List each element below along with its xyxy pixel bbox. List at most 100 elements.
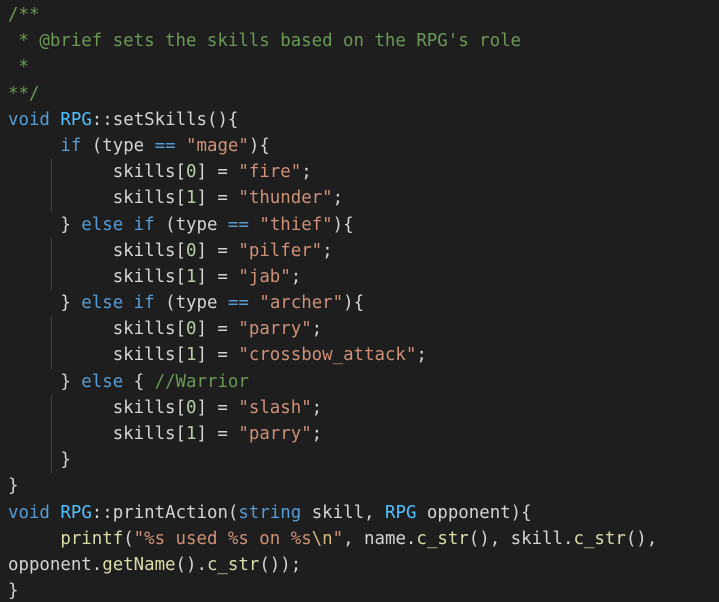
code-line[interactable]: skills[1] = "jab"; xyxy=(0,263,719,291)
code-line[interactable]: } else if (type == "thief"){ xyxy=(0,212,719,238)
code-text: :: xyxy=(91,109,113,130)
code-line[interactable]: skills[0] = "parry"; xyxy=(0,316,719,343)
code-text: ] = xyxy=(196,319,239,340)
code-function-name: c_str xyxy=(416,528,469,549)
code-string: "mage" xyxy=(186,135,249,156)
indent-guide xyxy=(51,159,52,186)
code-text: } xyxy=(8,581,19,602)
code-text: skill, xyxy=(301,502,385,523)
code-number: 1 xyxy=(186,424,197,444)
code-line[interactable]: if (type == "mage"){ xyxy=(0,133,719,159)
code-text: } xyxy=(8,476,19,497)
code-number: 1 xyxy=(186,345,197,366)
code-comment: * xyxy=(8,57,29,78)
code-string: "crossbow_attack" xyxy=(238,345,417,366)
code-line[interactable]: } xyxy=(0,578,719,602)
code-string: "%s used %s on %s xyxy=(133,528,312,549)
indent-guide xyxy=(51,185,52,212)
code-class-name: RPG xyxy=(60,109,92,130)
code-line[interactable]: } xyxy=(0,447,719,474)
code-text: ){ xyxy=(332,214,354,235)
code-keyword: else xyxy=(81,293,124,314)
code-keyword: void xyxy=(8,502,50,523)
code-text: ; xyxy=(416,345,427,366)
code-text: ] = xyxy=(196,188,239,209)
code-text: { xyxy=(123,371,155,392)
code-line[interactable]: } xyxy=(0,473,719,499)
code-class-name: RPG xyxy=(385,502,417,523)
code-string: "jab" xyxy=(238,266,291,287)
code-string: "fire" xyxy=(238,162,302,183)
code-number: 0 xyxy=(186,162,197,183)
code-text: ; xyxy=(311,319,323,340)
code-line[interactable]: printf("%s used %s on %s\n", name.c_str(… xyxy=(0,526,719,552)
code-editor[interactable]: /** * @brief sets the skills based on th… xyxy=(0,0,719,602)
code-line[interactable]: } else { //Warrior xyxy=(0,369,719,395)
code-text: ; xyxy=(301,162,312,183)
code-comment: **/ xyxy=(8,83,40,104)
code-keyword: else xyxy=(81,371,124,392)
code-number: 0 xyxy=(186,319,197,340)
code-line[interactable]: skills[1] = "parry"; xyxy=(0,421,719,448)
code-text: skills[ xyxy=(8,345,186,366)
code-text: (type xyxy=(154,293,228,314)
code-keyword: == xyxy=(227,293,249,314)
code-keyword: == xyxy=(154,135,176,156)
code-line[interactable]: skills[0] = "fire"; xyxy=(0,159,719,186)
code-string: "parry" xyxy=(238,319,312,340)
code-text: } xyxy=(8,371,82,392)
code-function-name: c_str xyxy=(573,528,626,549)
code-keyword: if xyxy=(133,214,155,235)
code-text: (), skill. xyxy=(468,528,574,549)
code-line[interactable]: skills[0] = "slash"; xyxy=(0,394,719,421)
code-line[interactable]: opponent.getName().c_str()); xyxy=(0,552,719,578)
code-text: (), xyxy=(625,528,658,549)
code-line[interactable]: **/ xyxy=(0,81,719,107)
code-text: ; xyxy=(322,240,333,261)
code-function-name: c_str xyxy=(206,554,260,575)
indent-guide xyxy=(51,263,52,291)
code-keyword: string xyxy=(238,502,302,523)
code-line[interactable]: skills[1] = "crossbow_attack"; xyxy=(0,342,719,369)
code-text: } xyxy=(8,450,71,471)
code-keyword: == xyxy=(227,214,249,235)
code-text: ; xyxy=(332,188,344,209)
indent-guide xyxy=(51,421,52,448)
indent-guide xyxy=(51,237,52,264)
code-number: 1 xyxy=(186,266,197,287)
code-text: opponent. xyxy=(8,554,103,575)
code-line[interactable]: skills[0] = "pilfer"; xyxy=(0,237,719,264)
code-text: ){ xyxy=(248,135,270,156)
code-line[interactable]: void RPG::printAction(string skill, RPG … xyxy=(0,500,719,526)
code-text: opponent){ xyxy=(416,502,532,523)
code-escape: \n xyxy=(311,528,333,549)
code-class-name: RPG xyxy=(60,502,92,523)
code-text: (){ xyxy=(206,109,239,130)
code-line[interactable]: } else if (type == "archer"){ xyxy=(0,290,719,316)
code-comment: //Warrior xyxy=(154,371,249,392)
code-text: skills[ xyxy=(8,319,186,340)
code-text: (type xyxy=(81,135,155,156)
code-line[interactable]: * xyxy=(0,54,719,80)
code-line[interactable]: /** xyxy=(0,2,719,28)
code-line[interactable]: * @brief sets the skills based on the RP… xyxy=(0,28,719,54)
code-keyword: else xyxy=(81,214,124,235)
code-text: (). xyxy=(175,554,207,575)
code-text: skills[ xyxy=(8,188,186,209)
code-line[interactable]: void RPG::setSkills(){ xyxy=(0,107,719,133)
code-function-name: printf xyxy=(60,528,124,549)
code-text: ()); xyxy=(259,554,302,575)
code-number: 1 xyxy=(186,188,197,209)
code-function-name: getName xyxy=(102,554,176,575)
code-area[interactable]: /** * @brief sets the skills based on th… xyxy=(0,2,719,602)
code-string: "thunder" xyxy=(238,188,333,209)
code-line[interactable]: skills[1] = "thunder"; xyxy=(0,185,719,212)
code-text: ; xyxy=(290,266,302,287)
code-text: skills[ xyxy=(8,240,186,261)
code-text: setSkills xyxy=(112,109,207,130)
